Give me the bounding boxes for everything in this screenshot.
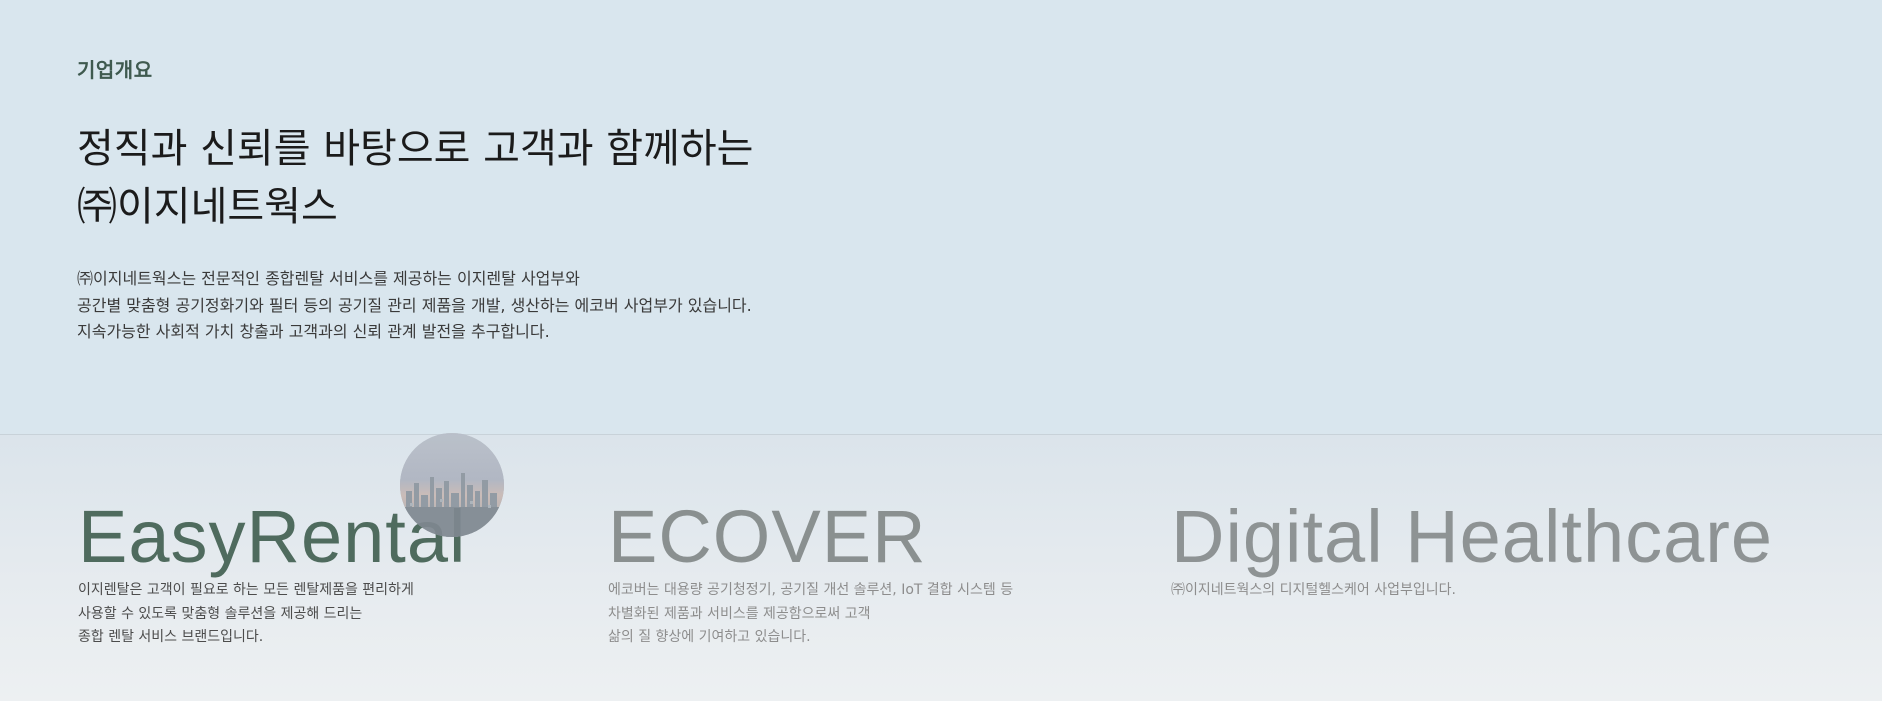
- brand-description-line: 사용할 수 있도록 맞춤형 솔루션을 제공해 드리는: [78, 605, 363, 622]
- page-headline: 정직과 신뢰를 바탕으로 고객과 함께하는 ㈜이지네트웍스: [77, 120, 753, 236]
- headline-line-1: 정직과 신뢰를 바탕으로 고객과 함께하는: [77, 126, 754, 172]
- brand-digital-healthcare[interactable]: Digital Healthcare ㈜이지네트웍스의 디지털헬스케어 사업부입…: [1171, 495, 1773, 603]
- intro-paragraph: ㈜이지네트웍스는 전문적인 종합렌탈 서비스를 제공하는 이지렌탈 사업부와 공…: [77, 266, 752, 346]
- city-skyline-photo: [400, 433, 504, 537]
- brand-title[interactable]: ECOVER: [608, 495, 1013, 579]
- brand-description-line: 삶의 질 향상에 기여하고 있습니다.: [608, 629, 811, 645]
- headline-line-2: ㈜이지네트웍스: [77, 184, 338, 230]
- intro-line: ㈜이지네트웍스는 전문적인 종합렌탈 서비스를 제공하는 이지렌탈 사업부와: [77, 269, 580, 288]
- brand-description-line: 에코버는 대용량 공기청정기, 공기질 개선 솔루션, IoT 결합 시스템 등: [608, 582, 1014, 598]
- intro-line: 지속가능한 사회적 가치 창출과 고객과의 신뢰 관계 발전을 추구합니다.: [77, 322, 550, 341]
- intro-line: 공간별 맞춤형 공기정화기와 필터 등의 공기질 관리 제품을 개발, 생산하는…: [77, 295, 752, 315]
- brand-easyrental[interactable]: EasyRental 이지렌탈은 고객이 필요로 하는 모든 렌탈제품을 편리하…: [78, 495, 466, 650]
- section-label: 기업개요: [77, 58, 153, 82]
- brand-description-line: 종합 렌탈 서비스 브랜드입니다.: [78, 629, 264, 645]
- brand-description: 이지렌탈은 고객이 필요로 하는 모든 렌탈제품을 편리하게 사용할 수 있도록…: [78, 579, 466, 650]
- brand-title[interactable]: Digital Healthcare: [1171, 495, 1773, 579]
- brand-description: 에코버는 대용량 공기청정기, 공기질 개선 솔루션, IoT 결합 시스템 등…: [608, 579, 1013, 650]
- brand-description-line: 이지렌탈은 고객이 필요로 하는 모든 렌탈제품을 편리하게: [78, 582, 414, 598]
- brand-description-line: ㈜이지네트웍스의 디지털헬스케어 사업부입니다.: [1171, 582, 1456, 598]
- brand-description: ㈜이지네트웍스의 디지털헬스케어 사업부입니다.: [1171, 579, 1773, 603]
- brand-description-line: 차별화된 제품과 서비스를 제공함으로써 고객: [608, 605, 871, 622]
- brand-ecover[interactable]: ECOVER 에코버는 대용량 공기청정기, 공기질 개선 솔루션, IoT 결…: [608, 495, 1013, 650]
